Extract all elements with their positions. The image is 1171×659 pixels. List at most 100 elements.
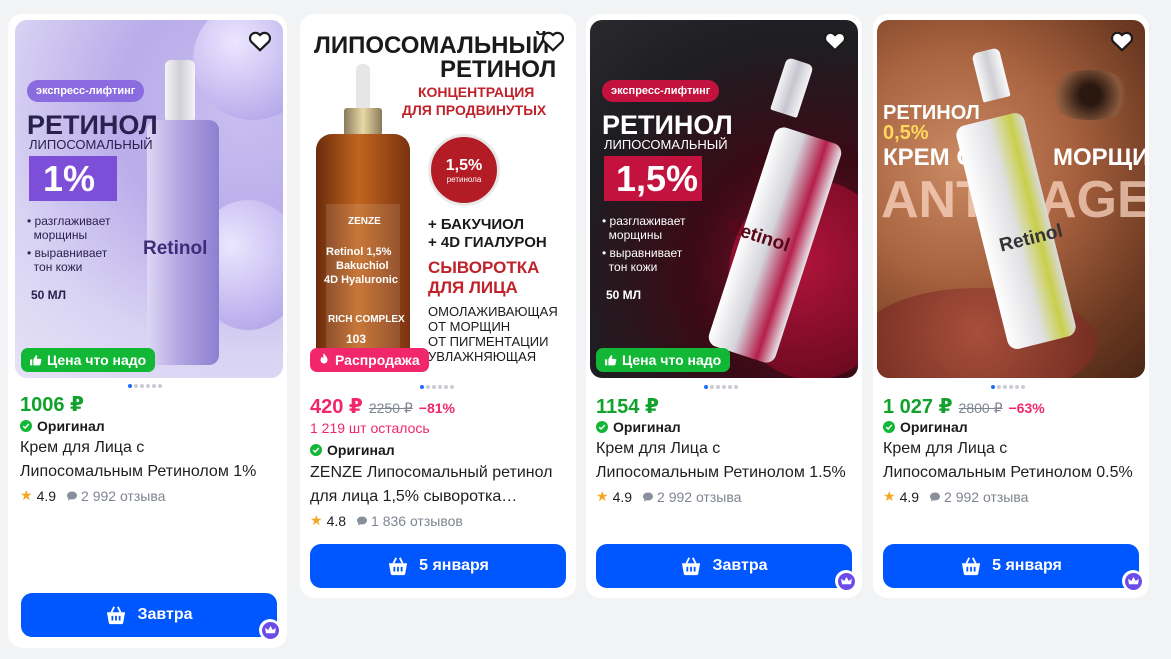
badge-label: Цена что надо <box>622 352 722 368</box>
product-image[interactable]: РЕТИНОЛ 0,5% КРЕМ ОТ МОРЩИН ANTI AGE Ret… <box>877 20 1145 378</box>
rating-value: 4.8 <box>326 512 347 529</box>
image-pagination[interactable] <box>420 385 454 389</box>
comment-icon <box>642 491 654 503</box>
title-line-2: Липосомальным Ретинолом 0.5% <box>883 464 1133 481</box>
bottle-line-1: Retinol 1,5% <box>326 246 392 258</box>
product-card-2[interactable]: ЛИПОСОМАЛЬНЫЙ РЕТИНОЛ КОНЦЕНТРАЦИЯ ДЛЯ П… <box>300 14 576 598</box>
price: 420 ₽ <box>310 396 363 418</box>
check-circle-icon <box>596 421 608 433</box>
product-image[interactable]: Retinol экспресс-лифтинг РЕТИНОЛ ЛИПОСОМ… <box>15 20 283 378</box>
stock-left: 1 219 шт осталось <box>310 420 430 436</box>
bullet-1a: разглаживает <box>34 214 111 228</box>
old-price: 2250 ₽ <box>368 400 413 416</box>
image-desc-3: ОТ ПИГМЕНТАЦИИ <box>428 334 549 349</box>
add-to-cart-button[interactable]: 5 января <box>883 544 1139 588</box>
star-icon: ★ <box>310 512 323 528</box>
heart-icon[interactable] <box>1109 28 1135 54</box>
rating-row: ★ 4.9 2 992 отзыва <box>20 487 165 504</box>
image-serum-1: СЫВОРОТКА <box>428 258 540 277</box>
rating-row: ★ 4.8 1 836 отзывов <box>310 512 463 529</box>
rating-value: 4.9 <box>36 487 57 504</box>
bullet-2b: тон кожи <box>33 260 83 274</box>
product-title[interactable]: Крем для Лица с Липосомальным Ретинолом … <box>883 437 1145 485</box>
product-title[interactable]: ZENZE Липосомальный ретинол для лица 1,5… <box>310 461 572 509</box>
original-tag: Оригинал <box>883 419 968 435</box>
product-card-3[interactable]: Retinol экспресс-лифтинг РЕТИНОЛ ЛИПОСОМ… <box>586 14 862 598</box>
comment-icon <box>929 491 941 503</box>
rating-value: 4.9 <box>899 488 920 505</box>
crown-icon <box>259 619 281 641</box>
delivery-label: Завтра <box>137 606 193 623</box>
bottle-line-2: Bakuchiol <box>336 260 389 272</box>
circle-sub: ретинола <box>446 174 482 184</box>
check-circle-icon <box>20 420 32 432</box>
image-line-3b: МОРЩИН <box>1053 144 1145 171</box>
product-title[interactable]: Крем для Лица с Липосомальным Ретинолом … <box>20 436 272 484</box>
title-line-1: Крем для Лица с <box>596 440 721 457</box>
price: 1154 ₽ <box>596 396 659 418</box>
reviews-count[interactable]: 1 836 отзывов <box>371 513 463 529</box>
bullet-1b: морщины <box>608 228 663 242</box>
bottle-line-5: 103 <box>346 332 367 346</box>
bullet-2a: выравнивает <box>609 246 683 260</box>
image-sub: ЛИПОСОМАЛЬНЫЙ <box>29 137 153 152</box>
discount: −63% <box>1008 400 1045 416</box>
image-pagination[interactable] <box>128 384 162 388</box>
heart-icon[interactable] <box>540 28 566 54</box>
basket-icon <box>682 557 701 576</box>
check-circle-icon <box>883 421 895 433</box>
image-desc-2: ОТ МОРЩИН <box>428 319 511 334</box>
image-percent: 1,5% <box>604 156 702 201</box>
promo-badge: Цена что надо <box>21 348 156 372</box>
add-to-cart-button[interactable]: Завтра <box>596 544 852 588</box>
original-tag: Оригинал <box>596 419 681 435</box>
comment-icon <box>356 515 368 527</box>
circle-percent: 1,5% <box>445 156 483 174</box>
promo-badge: Распродажа <box>310 348 429 372</box>
image-c2: ДЛЯ ПРОДВИНУТЫХ <box>402 102 547 118</box>
image-desc-1: ОМОЛАЖИВАЮЩАЯ <box>428 304 558 319</box>
title-line-2: Липосомальным Ретинолом 1% <box>20 463 257 480</box>
title-line-2: Липосомальным Ретинолом 1.5% <box>596 464 846 481</box>
image-sub: ЛИПОСОМАЛЬНЫЙ <box>604 137 728 152</box>
product-title[interactable]: Крем для Лица с Липосомальным Ретинолом … <box>596 437 858 485</box>
image-volume: 50 МЛ <box>31 288 67 302</box>
original-tag: Оригинал <box>20 418 105 434</box>
rating-value: 4.9 <box>612 488 633 505</box>
product-image[interactable]: Retinol экспресс-лифтинг РЕТИНОЛ ЛИПОСОМ… <box>590 20 858 378</box>
discount: −81% <box>418 400 455 416</box>
product-image[interactable]: ЛИПОСОМАЛЬНЫЙ РЕТИНОЛ КОНЦЕНТРАЦИЯ ДЛЯ П… <box>300 20 576 378</box>
bullet-1b: морщины <box>33 228 88 242</box>
reviews-count[interactable]: 2 992 отзыва <box>944 489 1028 505</box>
delivery-label: Завтра <box>712 557 768 574</box>
image-pagination[interactable] <box>991 385 1025 389</box>
image-volume: 50 МЛ <box>606 288 642 302</box>
heart-icon[interactable] <box>247 28 273 54</box>
check-circle-icon <box>310 444 322 456</box>
price: 1 027 ₽ <box>883 396 953 418</box>
bottle-brand: ZENZE <box>348 216 381 227</box>
original-label: Оригинал <box>327 442 395 458</box>
star-icon: ★ <box>596 488 609 504</box>
image-plus-1: + БАКУЧИОЛ <box>428 216 524 233</box>
crown-icon <box>1122 570 1144 592</box>
image-pagination[interactable] <box>704 385 738 389</box>
basket-icon <box>962 557 981 576</box>
bottle-line-4: RICH COMPLEX <box>328 314 405 325</box>
product-card-4[interactable]: РЕТИНОЛ 0,5% КРЕМ ОТ МОРЩИН ANTI AGE Ret… <box>873 14 1149 598</box>
bullet-2b: тон кожи <box>608 260 658 274</box>
delivery-label: 5 января <box>992 557 1062 574</box>
fire-icon <box>320 353 328 364</box>
promo-badge: Цена что надо <box>596 348 731 372</box>
image-percent: 1% <box>29 156 117 201</box>
reviews-count[interactable]: 2 992 отзыва <box>81 488 165 504</box>
heart-icon[interactable] <box>822 28 848 54</box>
image-desc-4: УВЛАЖНЯЮЩАЯ <box>428 349 537 364</box>
bottle-line-3: 4D Hyaluronic <box>324 274 398 286</box>
original-tag: Оригинал <box>310 442 395 458</box>
reviews-count[interactable]: 2 992 отзыва <box>657 489 741 505</box>
basket-icon <box>389 557 408 576</box>
product-card-1[interactable]: Retinol экспресс-лифтинг РЕТИНОЛ ЛИПОСОМ… <box>8 14 287 648</box>
add-to-cart-button[interactable]: Завтра <box>21 593 277 637</box>
add-to-cart-button[interactable]: 5 января <box>310 544 566 588</box>
